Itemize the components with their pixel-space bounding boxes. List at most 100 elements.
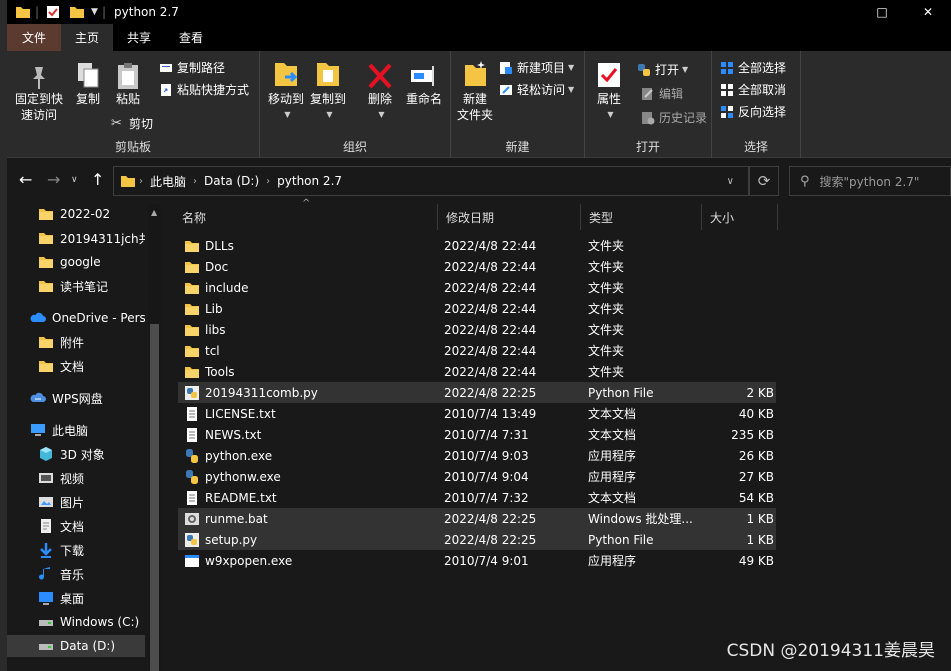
breadcrumb-chevron-icon[interactable]: › [266,176,270,187]
new-item-button[interactable]: 新建项目 ▼ [499,59,574,76]
address-bar[interactable]: › 此电脑 › Data (D:) › python 2.7 ∨ [113,166,749,196]
nav-item[interactable]: WPS网盘 [7,387,145,409]
nav-item[interactable]: 附件 [7,331,145,353]
select-all-button[interactable]: 全部选择 [720,59,786,76]
cut-button[interactable]: ✂ 剪切 [111,115,153,132]
column-header-date[interactable]: 修改日期 [438,204,581,230]
open-button[interactable]: 打开 ▼ [637,61,688,78]
invert-selection-button[interactable]: 反向选择 [720,103,786,120]
rename-button[interactable]: 重命名 [404,61,444,107]
file-row[interactable]: include 2022/4/8 22:44 文件夹 [178,277,776,298]
edit-button[interactable]: 编辑 [641,85,683,102]
file-row[interactable]: Doc 2022/4/8 22:44 文件夹 [178,256,776,277]
breadcrumb-python[interactable]: python 2.7 [277,174,342,188]
easy-access-button[interactable]: 轻松访问 ▼ [499,81,574,98]
copy-button[interactable]: 复制 [71,61,105,107]
select-none-button[interactable]: 全部取消 [720,81,786,98]
up-arrow-icon[interactable]: ↑ [91,170,104,190]
properties-button[interactable]: 属性 ▼ [591,59,627,123]
nav-item[interactable]: 3D 对象 [7,443,145,465]
file-type: 文件夹 [588,239,625,253]
nav-item[interactable]: 桌面 [7,587,145,609]
nav-item[interactable]: 文档 [7,355,145,377]
cut-label: 剪切 [129,117,154,131]
restore-button[interactable]: □ [859,0,905,24]
forward-arrow-icon[interactable]: → [47,170,60,190]
nav-item[interactable]: 2022-02 [7,203,145,225]
search-box[interactable]: ⚲ 搜索"python 2.7" [789,166,951,196]
new-folder-icon[interactable] [69,4,85,20]
nav-item[interactable]: Data (D:) [7,635,145,657]
nav-scrollbar[interactable]: ▲ [148,204,161,671]
new-folder-button[interactable]: 新建 文件夹 [455,59,495,123]
close-button[interactable]: ✕ [905,0,951,24]
file-size: 2 KB [746,385,774,400]
breadcrumb-chevron-icon[interactable]: › [139,176,143,187]
delete-label: 删除 [367,92,392,106]
file-row[interactable]: pythonw.exe 2010/7/4 9:04 应用程序 27 KB [178,466,776,487]
properties-icon[interactable] [45,4,61,20]
nav-item[interactable]: 视频 [7,467,145,489]
history-button[interactable]: 历史记录 [641,109,707,126]
file-date: 2022/4/8 22:44 [444,280,537,295]
pin-quick-access-button[interactable]: 固定到快 速访问 [11,63,67,123]
paste-shortcut-button[interactable]: 粘贴快捷方式 [159,81,249,98]
file-row[interactable]: 20194311comb.py 2022/4/8 22:25 Python File… [178,382,776,403]
computer-icon [31,424,45,436]
nav-item[interactable]: 图片 [7,491,145,513]
back-arrow-icon[interactable]: ← [19,170,32,190]
quick-access-dropdown-icon[interactable]: ▼ [91,7,98,17]
folder-icon [16,7,30,18]
breadcrumb-this-pc[interactable]: 此电脑 [150,173,186,190]
nav-item[interactable]: OneDrive - Perso [7,307,145,329]
nav-item[interactable]: 下载 [7,539,145,561]
delete-button[interactable]: 删除 ▼ [362,61,398,123]
file-row[interactable]: libs 2022/4/8 22:44 文件夹 [178,319,776,340]
file-row[interactable]: python.exe 2010/7/4 9:03 应用程序 26 KB [178,445,776,466]
nav-item[interactable]: 此电脑 [7,419,145,441]
nav-item-label: 文档 [60,519,85,534]
breadcrumb-chevron-icon[interactable]: › [193,176,197,187]
file-row[interactable]: README.txt 2010/7/4 7:32 文本文档 54 KB [178,487,776,508]
file-size [708,298,774,319]
paste-button[interactable]: 粘贴 [111,61,145,107]
folder-icon [39,209,53,220]
tab-home[interactable]: 主页 [61,24,114,51]
tab-file[interactable]: 文件 [7,24,62,51]
tab-view[interactable]: 查看 [165,24,217,51]
file-row[interactable]: tcl 2022/4/8 22:44 文件夹 [178,340,776,361]
nav-item[interactable]: 音乐 [7,563,145,585]
file-row[interactable]: LICENSE.txt 2010/7/4 13:49 文本文档 40 KB [178,403,776,424]
tab-share[interactable]: 共享 [113,24,165,51]
column-header-type[interactable]: 类型 [581,204,702,230]
column-header-name[interactable]: 名称 [174,204,438,230]
copy-path-icon [160,63,172,72]
copy-path-label: 复制路径 [177,61,226,75]
breadcrumb-data-drive[interactable]: Data (D:) [204,174,259,188]
recent-locations-chevron-icon[interactable]: ∨ [71,170,78,190]
copy-path-button[interactable]: 复制路径 [159,59,225,76]
nav-item[interactable]: Windows (C:) [7,611,145,633]
file-row[interactable]: Lib 2022/4/8 22:44 文件夹 [178,298,776,319]
text-file-icon [187,427,197,442]
copy-to-button[interactable]: 复制到 ▼ [308,59,348,123]
file-row[interactable]: DLLs 2022/4/8 22:44 文件夹 [178,235,776,256]
refresh-icon[interactable]: ⟳ [749,166,779,196]
nav-item[interactable]: 读书笔记 [7,275,145,297]
nav-scrollbar-thumb[interactable] [150,324,159,671]
video-icon [39,473,53,483]
chevron-down-icon: ▼ [568,63,575,72]
move-to-button[interactable]: 移动到 ▼ [266,59,306,123]
file-row[interactable]: setup.py 2022/4/8 22:25 Python File 1 KB [178,529,776,550]
file-date: 2022/4/8 22:44 [444,364,537,379]
file-row[interactable]: Tools 2022/4/8 22:44 文件夹 [178,361,776,382]
nav-item[interactable]: 文档 [7,515,145,537]
file-row[interactable]: w9xpopen.exe 2010/7/4 9:01 应用程序 49 KB [178,550,776,571]
nav-item[interactable]: google [7,251,145,273]
nav-item[interactable]: 20194311jch共享 [7,227,145,249]
file-row[interactable]: runme.bat 2022/4/8 22:25 Windows 批处理... 1 K… [178,508,776,529]
address-dropdown-icon[interactable]: ∨ [727,176,734,187]
scroll-up-icon[interactable]: ▲ [151,208,157,217]
file-row[interactable]: NEWS.txt 2010/7/4 7:31 文本文档 235 KB [178,424,776,445]
column-header-size[interactable]: 大小 [702,204,778,230]
